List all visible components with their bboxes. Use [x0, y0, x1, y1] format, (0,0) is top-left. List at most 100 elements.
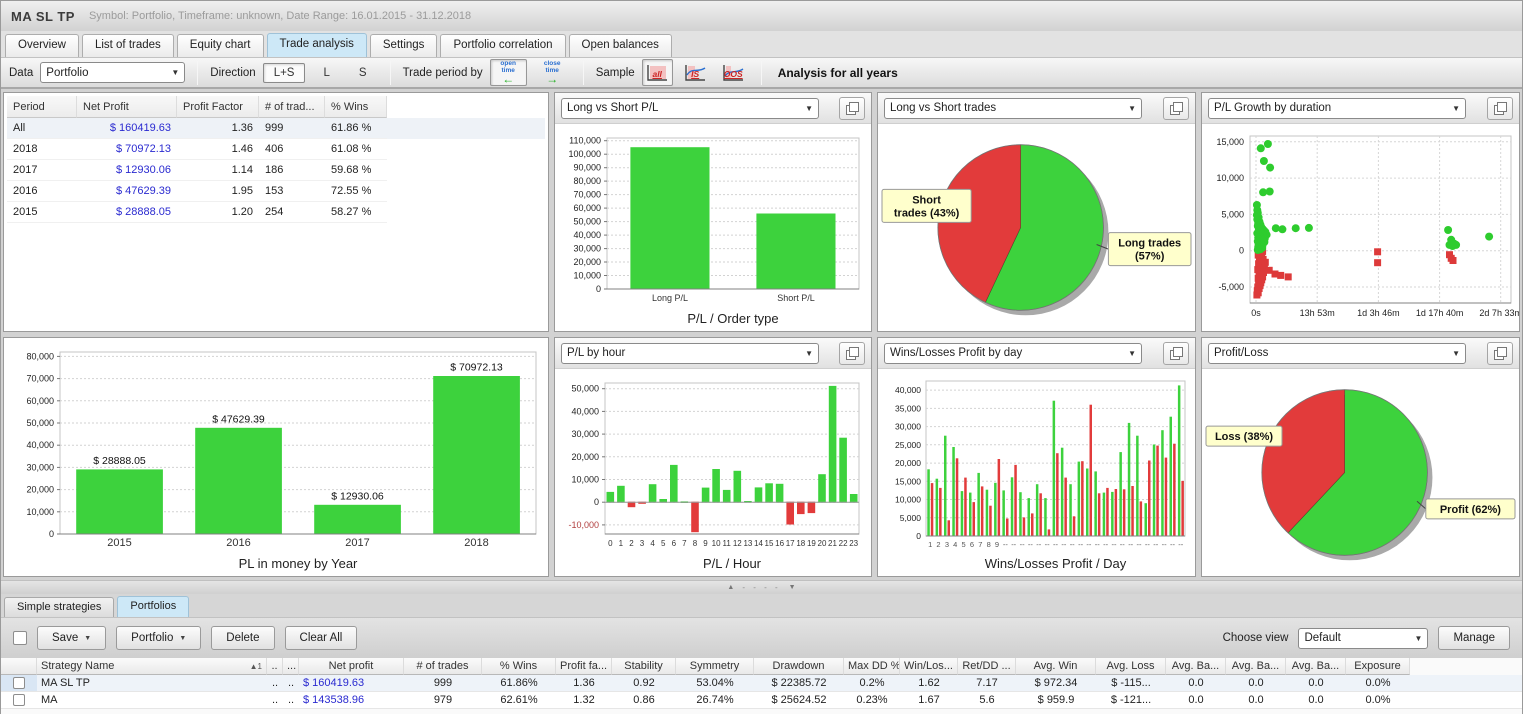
table-row[interactable]: All$ 160419.631.3699961.86 % [7, 118, 545, 139]
splitter-up-icon[interactable]: ▲ [727, 584, 734, 591]
chart-type-select[interactable]: P/L by hour ▼ [561, 343, 819, 364]
svg-text:P/L / Order type: P/L / Order type [687, 311, 778, 326]
strategy-name: MA [37, 692, 267, 708]
table-row[interactable]: 2016$ 47629.391.9515372.55 % [7, 181, 545, 202]
column-header[interactable]: Avg. Ba... [1286, 658, 1346, 675]
copy-chart-button[interactable] [1487, 97, 1513, 120]
svg-text:PL in money by Year: PL in money by Year [239, 556, 358, 571]
column-header[interactable]: Profit Factor [177, 96, 259, 118]
column-header[interactable]: Avg. Win [1016, 658, 1096, 675]
sample-all-button[interactable]: all [642, 59, 673, 86]
copy-chart-button[interactable] [839, 342, 865, 365]
column-header[interactable]: Ret/DD ... [958, 658, 1016, 675]
table-cell: $ 25624.52 [754, 692, 844, 708]
column-header[interactable]: % Wins [482, 658, 556, 675]
row-checkbox[interactable] [13, 694, 25, 706]
table-row[interactable]: 2017$ 12930.061.1418659.68 % [7, 160, 545, 181]
manage-button[interactable]: Manage [1438, 626, 1510, 650]
direction-short-button[interactable]: S [348, 63, 378, 83]
table-cell: 2018 [7, 139, 77, 160]
sample-is-button[interactable]: IS [680, 59, 711, 86]
table-cell: 0.0% [1346, 675, 1410, 691]
portfolio-button[interactable]: Portfolio ▼ [116, 626, 201, 650]
svg-text:P/L / Hour: P/L / Hour [703, 556, 762, 571]
column-header[interactable]: Period [7, 96, 77, 118]
svg-text:$ 47629.39: $ 47629.39 [212, 413, 265, 425]
copy-chart-button[interactable] [1487, 342, 1513, 365]
svg-text:4: 4 [650, 539, 655, 548]
delete-button[interactable]: Delete [211, 626, 274, 650]
strategy-row[interactable]: MA SL TP....$ 160419.6399961.86%1.360.92… [1, 675, 1522, 692]
tab-open-balances[interactable]: Open balances [569, 34, 672, 57]
svg-text:--: -- [1078, 540, 1083, 549]
chart-type-select[interactable]: Long vs Short P/L ▼ [561, 98, 819, 119]
table-row[interactable]: 2018$ 70972.131.4640661.08 % [7, 139, 545, 160]
copy-chart-button[interactable] [1163, 342, 1189, 365]
select-all-checkbox[interactable] [13, 631, 27, 645]
copy-chart-button[interactable] [839, 97, 865, 120]
column-header[interactable]: Symmetry [676, 658, 754, 675]
tab-equity-chart[interactable]: Equity chart [177, 34, 264, 57]
data-select[interactable]: Portfolio ▼ [40, 62, 185, 83]
sample-oos-button[interactable]: OOS [718, 59, 749, 86]
splitter-handle[interactable]: - - - - [742, 583, 780, 592]
column-header[interactable]: Exposure [1346, 658, 1410, 675]
direction-long-short-button[interactable]: L+S [263, 63, 306, 83]
column-header[interactable]: Net profit [299, 658, 404, 675]
column-header[interactable]: Stability [612, 658, 676, 675]
table-cell: 254 [259, 202, 325, 223]
column-header[interactable]: Avg. Ba... [1166, 658, 1226, 675]
column-header[interactable]: .. [267, 658, 283, 675]
column-header[interactable]: ... [283, 658, 299, 675]
column-header[interactable]: Win/Los... [900, 658, 958, 675]
column-header[interactable]: Avg. Ba... [1226, 658, 1286, 675]
column-header[interactable]: Strategy Name▲1 [37, 658, 267, 675]
splitter-down-icon[interactable]: ▼ [789, 584, 796, 591]
svg-text:--: -- [1162, 540, 1167, 549]
svg-text:Long trades: Long trades [1118, 238, 1181, 250]
save-button[interactable]: Save ▼ [37, 626, 106, 650]
tab-portfolio-correlation[interactable]: Portfolio correlation [440, 34, 565, 57]
clear-all-button[interactable]: Clear All [285, 626, 358, 650]
column-header[interactable]: % Wins [325, 96, 387, 118]
column-header[interactable]: Drawdown [754, 658, 844, 675]
column-header[interactable]: Avg. Loss [1096, 658, 1166, 675]
chart-type-select[interactable]: Profit/Loss ▼ [1208, 343, 1466, 364]
table-row[interactable]: 2015$ 28888.051.2025458.27 % [7, 202, 545, 223]
svg-text:2: 2 [629, 539, 634, 548]
close-time-button[interactable]: close time → [534, 59, 571, 86]
chart-type-select[interactable]: P/L Growth by duration ▼ [1208, 98, 1466, 119]
row-checkbox[interactable] [13, 677, 25, 689]
copy-chart-button[interactable] [1163, 97, 1189, 120]
svg-text:1d 17h 40m: 1d 17h 40m [1416, 308, 1464, 318]
tab-list-of-trades[interactable]: List of trades [82, 34, 174, 57]
tab-portfolios[interactable]: Portfolios [117, 596, 189, 617]
svg-text:-10,000: -10,000 [568, 520, 599, 530]
tab-settings[interactable]: Settings [370, 34, 438, 57]
chart-type-select[interactable]: Long vs Short trades ▼ [884, 98, 1142, 119]
view-select[interactable]: Default ▼ [1298, 628, 1428, 649]
svg-text:20,000: 20,000 [895, 458, 921, 468]
column-header[interactable]: Profit fa... [556, 658, 612, 675]
tab-overview[interactable]: Overview [5, 34, 79, 57]
chart-wins-losses-day: 05,00010,00015,00020,00025,00030,00035,0… [878, 369, 1195, 576]
direction-long-button[interactable]: L [312, 63, 340, 83]
column-header[interactable]: Net Profit [77, 96, 177, 118]
svg-text:20,000: 20,000 [26, 485, 54, 495]
strategy-row[interactable]: MA....$ 143538.9697962.61%1.320.8626.74%… [1, 692, 1522, 709]
chart-type-select[interactable]: Wins/Losses Profit by day ▼ [884, 343, 1142, 364]
table-cell: 0.0 [1286, 675, 1346, 691]
arrow-right-icon: → [546, 74, 558, 84]
svg-text:--: -- [1020, 540, 1025, 549]
tab-simple-strategies[interactable]: Simple strategies [4, 597, 114, 617]
column-header[interactable]: # of trad... [259, 96, 325, 118]
tab-trade-analysis[interactable]: Trade analysis [267, 33, 367, 57]
panel-splitter[interactable]: ▲ - - - - ▼ [1, 580, 1522, 594]
chevron-down-icon: ▼ [805, 104, 813, 113]
column-header[interactable]: # of trades [404, 658, 482, 675]
panel-pl-by-hour: P/L by hour ▼ -10,000010,00020,00030,000… [554, 337, 872, 577]
svg-text:Short: Short [912, 194, 941, 206]
open-time-button[interactable]: open time ← [490, 59, 527, 86]
table-cell: 26.74% [676, 692, 754, 708]
column-header[interactable]: Max DD % [844, 658, 900, 675]
